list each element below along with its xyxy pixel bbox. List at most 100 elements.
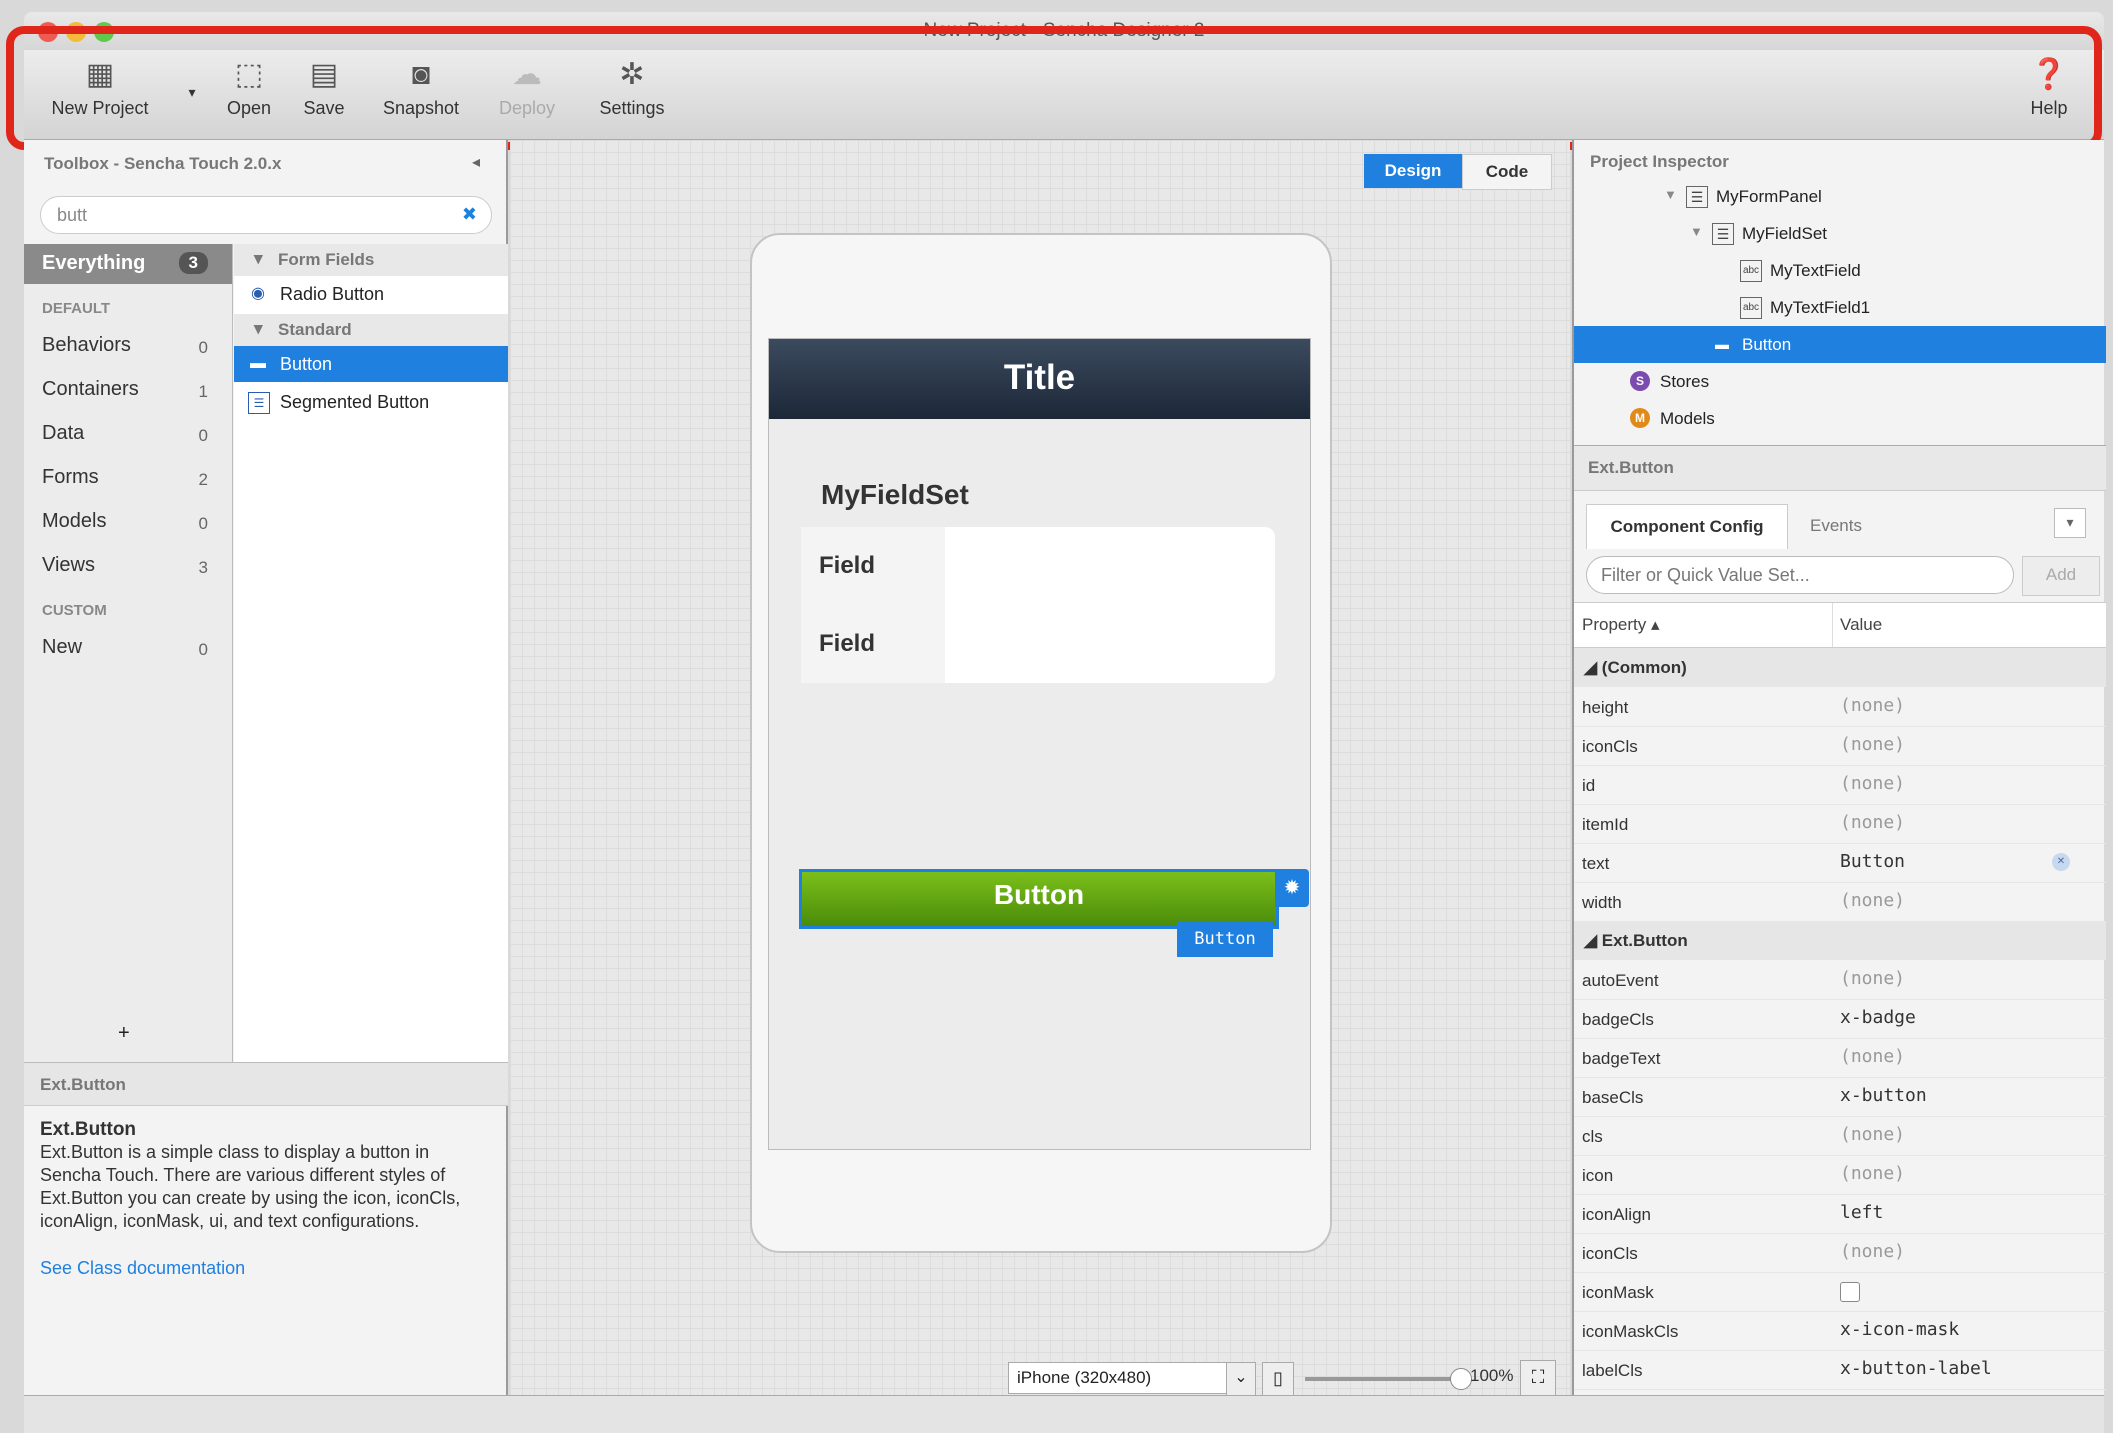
category-views[interactable]: Views 3 [24,546,232,586]
tab-component-config[interactable]: Component Config [1586,504,1788,549]
category-forms[interactable]: Forms 2 [24,458,232,498]
description-header-title: Ext.Button [40,1075,126,1094]
prop-row-itemid[interactable]: itemId (none) [1574,804,2106,844]
section-default: DEFAULT [42,300,111,317]
fieldset-title[interactable]: MyFieldSet [821,479,969,511]
text-field-icon: abc [1740,260,1762,282]
tree-item-stores[interactable]: S Stores [1574,363,2106,400]
rotate-device-icon[interactable]: ▯ [1262,1362,1294,1396]
value-column-header[interactable]: Value [1840,615,1882,635]
nav-titlebar[interactable]: Title [769,339,1310,419]
prop-row-iconcls-2[interactable]: iconCls (none) [1574,1233,2106,1273]
prop-value[interactable]: (none) [1840,734,1905,755]
tree-item-fieldset[interactable]: ▼ ☰ MyFieldSet [1574,215,2106,252]
category-everything[interactable]: Everything 3 [24,244,232,284]
prop-name: width [1582,893,1622,912]
prop-row-iconalign[interactable]: iconAlign left [1574,1194,2106,1234]
description-panel: Ext.Button Ext.Button is a simple class … [40,1118,490,1280]
clear-search-icon[interactable]: ✖ [462,204,477,225]
toolbox-search-input[interactable]: butt ✖ [40,196,492,234]
code-tab[interactable]: Code [1462,154,1552,190]
category-count: 2 [198,470,208,489]
expand-caret-icon[interactable]: ▼ [1664,187,1677,202]
config-filter-input[interactable]: Filter or Quick Value Set... [1586,556,2014,594]
chevron-down-icon[interactable]: ⌄ [1226,1362,1256,1396]
prop-row-iconmask[interactable]: iconMask [1574,1272,2106,1312]
prop-row-iconmaskcls[interactable]: iconMaskCls x-icon-mask [1574,1311,2106,1351]
group-standard[interactable]: Standard [234,314,508,346]
config-menu-chevron-down-icon[interactable]: ▾ [2054,508,2086,538]
component-segmented-button[interactable]: ☰ Segmented Button [234,384,508,420]
tree-item-textfield1[interactable]: abc MyTextField1 [1574,289,2106,326]
clear-value-icon[interactable]: ✕ [2052,853,2070,871]
prop-row-cls[interactable]: cls (none) [1574,1116,2106,1156]
prop-row-iconcls[interactable]: iconCls (none) [1574,726,2106,766]
prop-value[interactable]: (none) [1840,812,1905,833]
text-field-1[interactable]: Field [801,527,1275,606]
group-ext-button[interactable]: ◢ Ext.Button [1574,921,2106,960]
canvas-button[interactable]: Button [799,869,1279,929]
prop-value[interactable]: (none) [1840,968,1905,989]
prop-value[interactable]: x-icon-mask [1840,1319,1959,1340]
prop-value[interactable]: (none) [1840,890,1905,911]
category-data[interactable]: Data 0 [24,414,232,454]
prop-row-id[interactable]: id (none) [1574,765,2106,805]
toolbox-search-value: butt [57,205,88,225]
prop-row-badgetext[interactable]: badgeText (none) [1574,1038,2106,1078]
zoom-slider-track[interactable] [1305,1377,1455,1381]
text-field-2[interactable]: Field [801,605,1275,683]
add-config-button[interactable]: Add [2022,556,2100,596]
group-common[interactable]: ◢ (Common) [1574,648,2106,687]
prop-value[interactable]: (none) [1840,1163,1905,1184]
component-radio-button[interactable]: ◉ Radio Button [234,276,508,312]
add-category-button[interactable]: + [118,1022,130,1045]
tree-item-textfield[interactable]: abc MyTextField [1574,252,2106,289]
prop-row-autoevent[interactable]: autoEvent (none) [1574,960,2106,1000]
prop-name: iconMask [1582,1283,1654,1302]
prop-row-basecls[interactable]: baseCls x-button [1574,1077,2106,1117]
collapse-left-icon[interactable]: ◂ [472,152,480,172]
property-grid-header: Property ▴ Value [1574,602,2106,648]
category-new[interactable]: New 0 [24,628,232,668]
zoom-fit-icon[interactable]: ⛶ [1520,1360,1556,1396]
prop-row-height[interactable]: height (none) [1574,687,2106,727]
prop-row-icon[interactable]: icon (none) [1574,1155,2106,1195]
component-label: Button [280,354,333,374]
prop-value[interactable]: (none) [1840,1241,1905,1262]
component-list: Form Fields ◉ Radio Button Standard ▬ Butt… [234,244,508,1064]
prop-row-text[interactable]: text Button ✕ [1574,843,2106,883]
prop-value[interactable]: x-badge [1840,1007,1916,1028]
prop-name: itemId [1582,815,1629,834]
tree-item-models[interactable]: M Models [1574,400,2106,437]
prop-value[interactable]: Button [1840,851,1905,872]
prop-row-badgecls[interactable]: badgeCls x-badge [1574,999,2106,1039]
prop-value[interactable]: x-button-label [1840,1358,1992,1379]
prop-row-width[interactable]: width (none) [1574,882,2106,922]
prop-value[interactable]: (none) [1840,773,1905,794]
category-containers[interactable]: Containers 1 [24,370,232,410]
design-tab[interactable]: Design [1364,154,1462,188]
prop-value[interactable]: left [1840,1202,1883,1223]
category-models[interactable]: Models 0 [24,502,232,542]
tab-events[interactable]: Events [1788,504,1884,548]
class-documentation-link[interactable]: See Class documentation [40,1257,490,1280]
zoom-slider-thumb[interactable] [1450,1368,1472,1390]
prop-value[interactable]: (none) [1840,695,1905,716]
component-button[interactable]: ▬ Button [234,346,508,382]
category-behaviors[interactable]: Behaviors 0 [24,326,232,366]
component-settings-icon[interactable]: ✹ [1275,869,1309,907]
expand-caret-icon[interactable]: ▼ [1690,224,1703,239]
group-form-fields[interactable]: Form Fields [234,244,508,276]
category-count: 0 [198,338,208,357]
iconmask-checkbox[interactable] [1840,1282,1860,1302]
prop-row-labelcls[interactable]: labelCls x-button-label [1574,1350,2106,1390]
prop-value[interactable]: (none) [1840,1046,1905,1067]
prop-value[interactable]: (none) [1840,1124,1905,1145]
tree-item-formpanel[interactable]: ▼ ☰ MyFormPanel [1574,178,2106,215]
category-label: Data [42,422,85,444]
category-count: 0 [198,514,208,533]
tree-item-button[interactable]: ▬ Button [1574,326,2106,363]
device-select[interactable]: iPhone (320x480) [1008,1362,1228,1394]
property-column-header[interactable]: Property ▴ [1582,615,1660,635]
prop-value[interactable]: x-button [1840,1085,1927,1106]
